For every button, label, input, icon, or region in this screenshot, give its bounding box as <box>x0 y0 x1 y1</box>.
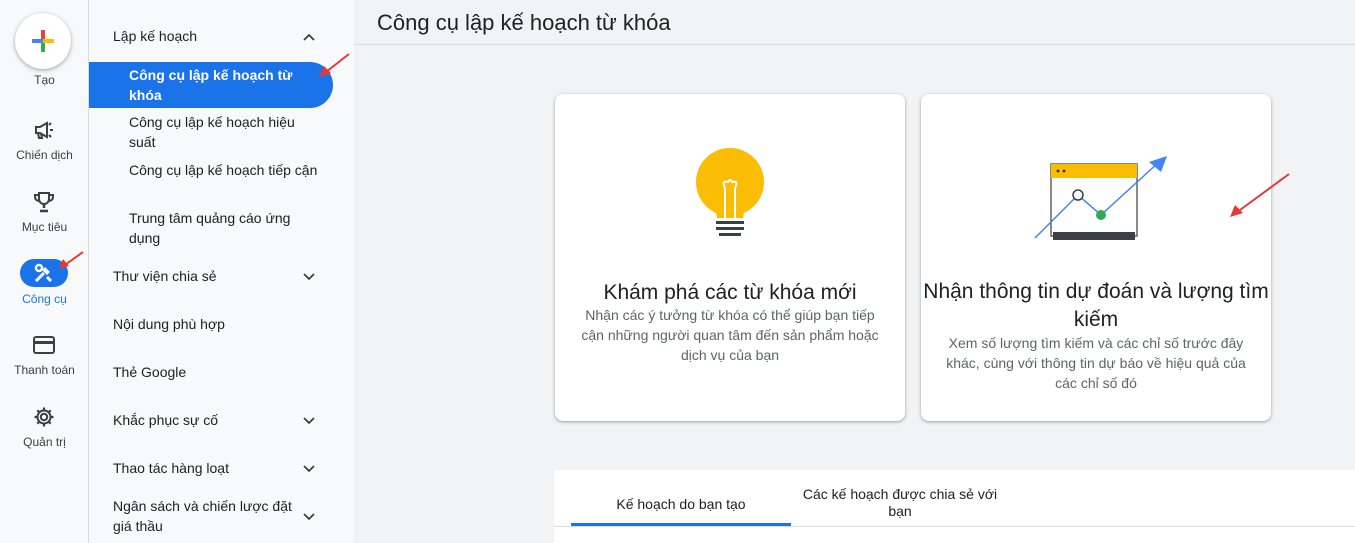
divider <box>354 44 1355 45</box>
nav-section-bulk-actions[interactable]: Thao tác hàng loạt <box>113 458 323 478</box>
discover-keywords-description: Nhận các ý tưởng từ khóa có thể giúp bạn… <box>581 307 879 363</box>
tab-shared-plans[interactable]: Các kế hoạch được chia sẻ với bạn <box>791 486 1009 530</box>
rail-label-admin: Quản trị <box>23 435 66 449</box>
forecast-chart-icon <box>1034 156 1167 240</box>
rail-item-admin[interactable]: Quản trị <box>0 403 89 463</box>
plans-panel: Kế hoạch do bạn tạo Các kế hoạch được ch… <box>554 470 1355 543</box>
rail-item-billing[interactable]: Thanh toán <box>0 331 89 391</box>
rail-label-campaigns: Chiến dịch <box>16 148 73 162</box>
nav-item-keyword-planner[interactable]: Công cụ lập kế hoạch từ khóa <box>89 62 333 108</box>
forecast-description: Xem số lượng tìm kiếm và các chỉ số trướ… <box>946 335 1246 391</box>
chevron-down-icon[interactable] <box>302 414 316 428</box>
rail-label-tools: Công cụ <box>22 292 67 306</box>
lightbulb-icon <box>696 148 764 236</box>
plus-icon <box>32 30 54 52</box>
megaphone-icon <box>20 116 68 144</box>
main-content: Công cụ lập kế hoạch từ khóa Khám phá cá… <box>354 0 1355 543</box>
annotation-arrow <box>1230 173 1290 217</box>
tab-your-plans[interactable]: Kế hoạch do bạn tạo <box>571 496 791 540</box>
rail-label-goals: Mục tiêu <box>21 220 68 234</box>
rail-item-goals[interactable]: Mục tiêu <box>0 188 89 248</box>
divider <box>554 526 1355 527</box>
discover-keywords-card[interactable]: Khám phá các từ khóa mới Nhận các ý tưởn… <box>555 94 905 421</box>
rail-item-campaigns[interactable]: Chiến dịch <box>0 116 89 176</box>
create-button[interactable] <box>15 13 71 69</box>
chevron-down-icon[interactable] <box>302 462 316 476</box>
create-label: Tạo <box>34 73 55 87</box>
credit-card-icon <box>20 331 68 359</box>
annotation-arrow <box>319 53 350 77</box>
annotation-arrow <box>59 251 84 269</box>
trophy-icon <box>20 188 68 216</box>
nav-item-reach-planner[interactable]: Công cụ lập kế hoạch tiếp cận <box>129 160 319 180</box>
nav-section-content-suitability[interactable]: Nội dung phù hợp <box>113 314 323 334</box>
nav-item-app-advertising-hub[interactable]: Trung tâm quảng cáo ứng dụng <box>129 208 319 248</box>
rail-label-billing: Thanh toán <box>14 363 75 377</box>
gear-icon <box>20 403 68 431</box>
nav-section-shared-library[interactable]: Thư viện chia sẻ <box>113 266 323 286</box>
discover-keywords-title: Khám phá các từ khóa mới <box>603 281 857 304</box>
forecast-card[interactable]: Nhận thông tin dự đoán và lượng tìm kiếm… <box>921 94 1271 421</box>
forecast-title: Nhận thông tin dự đoán và lượng tìm kiếm <box>923 280 1269 331</box>
chevron-down-icon[interactable] <box>302 510 316 524</box>
nav-section-budgets-bidding[interactable]: Ngân sách và chiến lược đặt giá thầu <box>113 496 293 536</box>
tools-nav: Lập kế hoạch Công cụ lập kế hoạch từ khó… <box>89 0 354 543</box>
nav-item-keyword-planner-label: Công cụ lập kế hoạch từ khóa <box>129 67 293 103</box>
nav-section-planning[interactable]: Lập kế hoạch <box>113 26 323 46</box>
chevron-up-icon[interactable] <box>302 30 316 44</box>
page-title: Công cụ lập kế hoạch từ khóa <box>377 10 671 35</box>
nav-section-troubleshooting[interactable]: Khắc phục sự cố <box>113 410 323 430</box>
chevron-down-icon[interactable] <box>302 270 316 284</box>
nav-section-google-tag[interactable]: Thẻ Google <box>113 362 323 382</box>
nav-item-performance-planner[interactable]: Công cụ lập kế hoạch hiệu suất <box>129 112 319 152</box>
